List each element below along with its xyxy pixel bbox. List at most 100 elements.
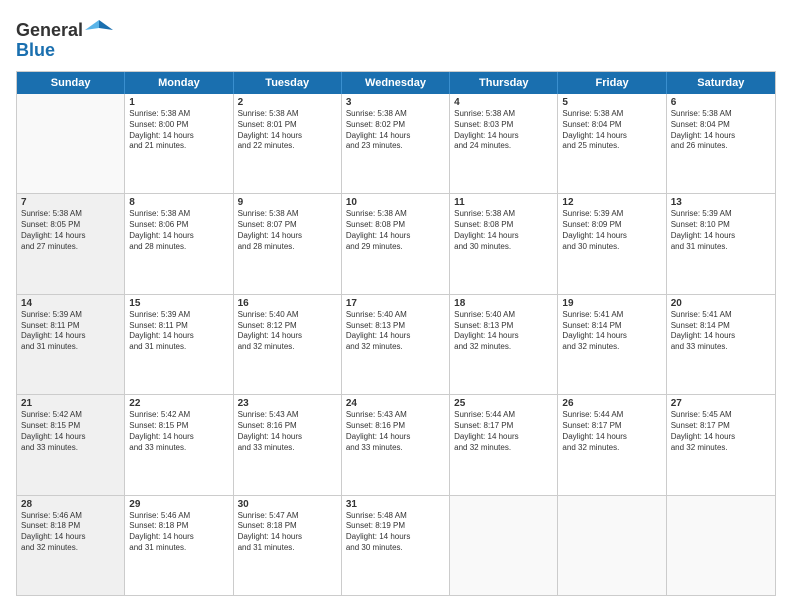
cal-header-day: Thursday	[450, 72, 558, 94]
day-info: Sunrise: 5:41 AM Sunset: 8:14 PM Dayligh…	[671, 310, 771, 353]
calendar-cell: 7Sunrise: 5:38 AM Sunset: 8:05 PM Daylig…	[17, 194, 125, 293]
day-number: 14	[21, 298, 120, 309]
day-number: 12	[562, 197, 661, 208]
day-number: 3	[346, 97, 445, 108]
calendar-cell: 23Sunrise: 5:43 AM Sunset: 8:16 PM Dayli…	[234, 395, 342, 494]
calendar-cell: 26Sunrise: 5:44 AM Sunset: 8:17 PM Dayli…	[558, 395, 666, 494]
day-info: Sunrise: 5:44 AM Sunset: 8:17 PM Dayligh…	[562, 410, 661, 453]
calendar-cell: 30Sunrise: 5:47 AM Sunset: 8:18 PM Dayli…	[234, 496, 342, 595]
day-info: Sunrise: 5:38 AM Sunset: 8:05 PM Dayligh…	[21, 209, 120, 252]
day-number: 1	[129, 97, 228, 108]
day-number: 25	[454, 398, 553, 409]
day-number: 21	[21, 398, 120, 409]
cal-header-day: Wednesday	[342, 72, 450, 94]
day-info: Sunrise: 5:38 AM Sunset: 8:01 PM Dayligh…	[238, 109, 337, 152]
day-number: 22	[129, 398, 228, 409]
day-info: Sunrise: 5:42 AM Sunset: 8:15 PM Dayligh…	[129, 410, 228, 453]
calendar-cell: 20Sunrise: 5:41 AM Sunset: 8:14 PM Dayli…	[667, 295, 775, 394]
calendar-cell: 29Sunrise: 5:46 AM Sunset: 8:18 PM Dayli…	[125, 496, 233, 595]
cal-header-day: Tuesday	[234, 72, 342, 94]
day-number: 27	[671, 398, 771, 409]
calendar-cell: 25Sunrise: 5:44 AM Sunset: 8:17 PM Dayli…	[450, 395, 558, 494]
logo: General Blue	[16, 16, 113, 61]
day-number: 11	[454, 197, 553, 208]
day-number: 28	[21, 499, 120, 510]
day-info: Sunrise: 5:46 AM Sunset: 8:18 PM Dayligh…	[129, 511, 228, 554]
day-info: Sunrise: 5:44 AM Sunset: 8:17 PM Dayligh…	[454, 410, 553, 453]
day-info: Sunrise: 5:38 AM Sunset: 8:08 PM Dayligh…	[346, 209, 445, 252]
calendar-header: SundayMondayTuesdayWednesdayThursdayFrid…	[17, 72, 775, 94]
calendar-cell: 15Sunrise: 5:39 AM Sunset: 8:11 PM Dayli…	[125, 295, 233, 394]
day-number: 23	[238, 398, 337, 409]
calendar-cell: 13Sunrise: 5:39 AM Sunset: 8:10 PM Dayli…	[667, 194, 775, 293]
calendar-cell: 1Sunrise: 5:38 AM Sunset: 8:00 PM Daylig…	[125, 94, 233, 193]
cal-header-day: Saturday	[667, 72, 775, 94]
day-info: Sunrise: 5:38 AM Sunset: 8:08 PM Dayligh…	[454, 209, 553, 252]
calendar-cell: 9Sunrise: 5:38 AM Sunset: 8:07 PM Daylig…	[234, 194, 342, 293]
calendar-row: 21Sunrise: 5:42 AM Sunset: 8:15 PM Dayli…	[17, 394, 775, 494]
day-number: 29	[129, 499, 228, 510]
day-info: Sunrise: 5:47 AM Sunset: 8:18 PM Dayligh…	[238, 511, 337, 554]
day-info: Sunrise: 5:45 AM Sunset: 8:17 PM Dayligh…	[671, 410, 771, 453]
day-number: 18	[454, 298, 553, 309]
calendar-cell: 18Sunrise: 5:40 AM Sunset: 8:13 PM Dayli…	[450, 295, 558, 394]
day-info: Sunrise: 5:46 AM Sunset: 8:18 PM Dayligh…	[21, 511, 120, 554]
day-number: 20	[671, 298, 771, 309]
calendar-cell: 6Sunrise: 5:38 AM Sunset: 8:04 PM Daylig…	[667, 94, 775, 193]
day-info: Sunrise: 5:38 AM Sunset: 8:03 PM Dayligh…	[454, 109, 553, 152]
day-number: 16	[238, 298, 337, 309]
day-info: Sunrise: 5:38 AM Sunset: 8:00 PM Dayligh…	[129, 109, 228, 152]
calendar-cell: 10Sunrise: 5:38 AM Sunset: 8:08 PM Dayli…	[342, 194, 450, 293]
day-number: 19	[562, 298, 661, 309]
calendar-cell: 8Sunrise: 5:38 AM Sunset: 8:06 PM Daylig…	[125, 194, 233, 293]
calendar-cell: 3Sunrise: 5:38 AM Sunset: 8:02 PM Daylig…	[342, 94, 450, 193]
calendar-cell: 14Sunrise: 5:39 AM Sunset: 8:11 PM Dayli…	[17, 295, 125, 394]
day-info: Sunrise: 5:39 AM Sunset: 8:09 PM Dayligh…	[562, 209, 661, 252]
day-number: 6	[671, 97, 771, 108]
calendar-cell	[17, 94, 125, 193]
day-number: 7	[21, 197, 120, 208]
day-info: Sunrise: 5:40 AM Sunset: 8:12 PM Dayligh…	[238, 310, 337, 353]
day-info: Sunrise: 5:43 AM Sunset: 8:16 PM Dayligh…	[346, 410, 445, 453]
calendar-cell	[667, 496, 775, 595]
calendar-cell: 19Sunrise: 5:41 AM Sunset: 8:14 PM Dayli…	[558, 295, 666, 394]
day-info: Sunrise: 5:48 AM Sunset: 8:19 PM Dayligh…	[346, 511, 445, 554]
calendar-cell: 11Sunrise: 5:38 AM Sunset: 8:08 PM Dayli…	[450, 194, 558, 293]
day-info: Sunrise: 5:42 AM Sunset: 8:15 PM Dayligh…	[21, 410, 120, 453]
calendar-cell: 22Sunrise: 5:42 AM Sunset: 8:15 PM Dayli…	[125, 395, 233, 494]
day-number: 9	[238, 197, 337, 208]
calendar-cell: 5Sunrise: 5:38 AM Sunset: 8:04 PM Daylig…	[558, 94, 666, 193]
day-info: Sunrise: 5:38 AM Sunset: 8:04 PM Dayligh…	[671, 109, 771, 152]
calendar-row: 1Sunrise: 5:38 AM Sunset: 8:00 PM Daylig…	[17, 94, 775, 193]
day-info: Sunrise: 5:38 AM Sunset: 8:02 PM Dayligh…	[346, 109, 445, 152]
calendar-cell: 17Sunrise: 5:40 AM Sunset: 8:13 PM Dayli…	[342, 295, 450, 394]
calendar-row: 28Sunrise: 5:46 AM Sunset: 8:18 PM Dayli…	[17, 495, 775, 595]
calendar-cell: 28Sunrise: 5:46 AM Sunset: 8:18 PM Dayli…	[17, 496, 125, 595]
day-number: 8	[129, 197, 228, 208]
cal-header-day: Monday	[125, 72, 233, 94]
day-number: 13	[671, 197, 771, 208]
logo-general: General	[16, 20, 83, 41]
calendar-cell: 4Sunrise: 5:38 AM Sunset: 8:03 PM Daylig…	[450, 94, 558, 193]
day-number: 24	[346, 398, 445, 409]
cal-header-day: Sunday	[17, 72, 125, 94]
day-info: Sunrise: 5:39 AM Sunset: 8:11 PM Dayligh…	[129, 310, 228, 353]
day-info: Sunrise: 5:39 AM Sunset: 8:10 PM Dayligh…	[671, 209, 771, 252]
day-info: Sunrise: 5:39 AM Sunset: 8:11 PM Dayligh…	[21, 310, 120, 353]
day-number: 15	[129, 298, 228, 309]
day-info: Sunrise: 5:38 AM Sunset: 8:04 PM Dayligh…	[562, 109, 661, 152]
calendar-cell: 2Sunrise: 5:38 AM Sunset: 8:01 PM Daylig…	[234, 94, 342, 193]
cal-header-day: Friday	[558, 72, 666, 94]
day-number: 17	[346, 298, 445, 309]
day-info: Sunrise: 5:38 AM Sunset: 8:06 PM Dayligh…	[129, 209, 228, 252]
calendar-row: 14Sunrise: 5:39 AM Sunset: 8:11 PM Dayli…	[17, 294, 775, 394]
calendar-row: 7Sunrise: 5:38 AM Sunset: 8:05 PM Daylig…	[17, 193, 775, 293]
calendar-cell: 12Sunrise: 5:39 AM Sunset: 8:09 PM Dayli…	[558, 194, 666, 293]
day-info: Sunrise: 5:40 AM Sunset: 8:13 PM Dayligh…	[346, 310, 445, 353]
day-info: Sunrise: 5:40 AM Sunset: 8:13 PM Dayligh…	[454, 310, 553, 353]
day-info: Sunrise: 5:43 AM Sunset: 8:16 PM Dayligh…	[238, 410, 337, 453]
calendar-cell: 27Sunrise: 5:45 AM Sunset: 8:17 PM Dayli…	[667, 395, 775, 494]
day-number: 2	[238, 97, 337, 108]
calendar-cell: 31Sunrise: 5:48 AM Sunset: 8:19 PM Dayli…	[342, 496, 450, 595]
calendar: SundayMondayTuesdayWednesdayThursdayFrid…	[16, 71, 776, 596]
